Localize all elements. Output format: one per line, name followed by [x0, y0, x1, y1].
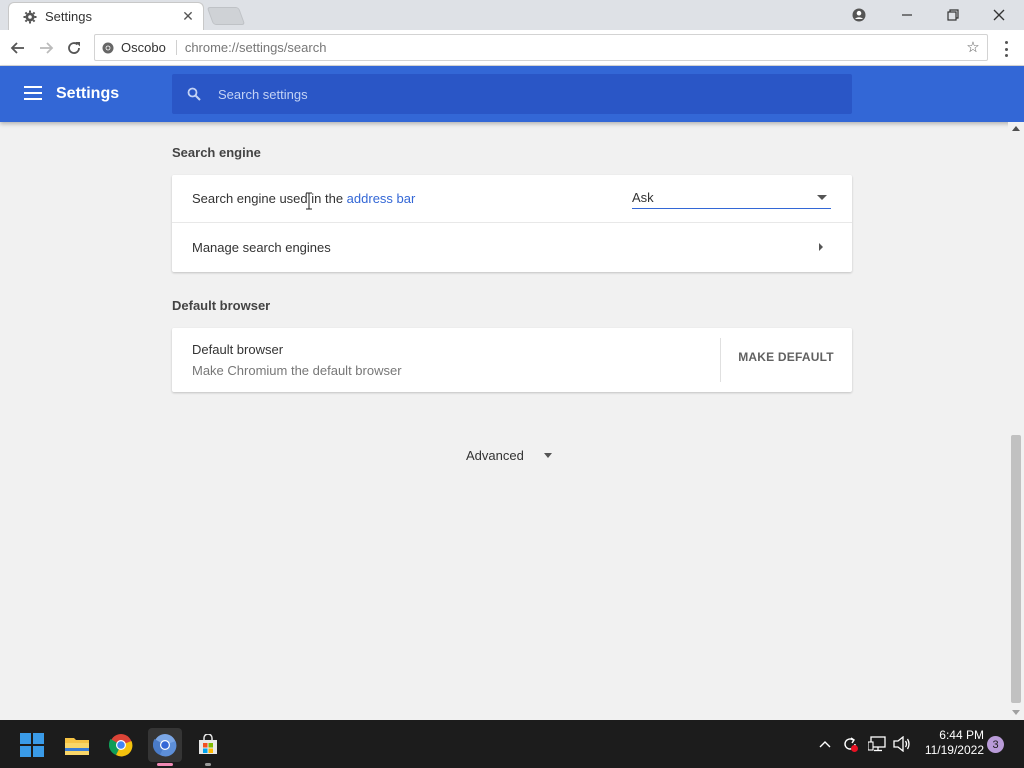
search-engine-card: Search engine used in the address bar As… — [172, 175, 852, 272]
network-icon[interactable] — [866, 732, 888, 756]
dropdown-caret-icon — [817, 195, 827, 200]
url-suffix: /search — [283, 40, 327, 55]
default-browser-title: Default browser — [192, 342, 284, 357]
sync-icon[interactable] — [840, 732, 860, 756]
search-engine-select[interactable]: Ask — [632, 187, 831, 209]
star-icon[interactable]: ☆ — [965, 40, 981, 56]
back-icon[interactable] — [6, 36, 30, 60]
search-engine-label-prefix: Search engine used in the — [192, 191, 347, 206]
clock-time: 6:44 PM — [939, 728, 984, 742]
taskbar: 6:44 PM 11/19/2022 — [0, 720, 1024, 768]
volume-icon[interactable] — [892, 732, 912, 756]
tray-chevron-icon[interactable] — [816, 732, 834, 756]
search-engine-row: Search engine used in the address bar As… — [172, 175, 852, 223]
new-tab-button[interactable] — [206, 7, 246, 25]
system-clock[interactable]: 6:44 PM 11/19/2022 — [918, 728, 984, 758]
vertical-scrollbar[interactable] — [1008, 122, 1024, 720]
page-title: Settings — [56, 85, 120, 102]
tab-title: Settings — [45, 9, 92, 24]
default-browser-subtitle: Make Chromium the default browser — [192, 363, 402, 378]
hamburger-icon[interactable] — [24, 86, 42, 100]
default-browser-text: Default browser Make Chromium the defaul… — [192, 342, 402, 378]
manage-search-engines-row[interactable]: Manage search engines — [172, 223, 852, 271]
active-indicator — [157, 763, 173, 766]
tab-settings[interactable]: Settings ✕ — [8, 2, 204, 30]
text-cursor-icon — [306, 192, 312, 210]
url-prefix: chrome:// — [184, 40, 239, 55]
chromium-icon[interactable] — [148, 728, 182, 766]
url-text[interactable]: chrome://settings/search — [177, 40, 327, 55]
close-icon[interactable]: ✕ — [181, 8, 195, 24]
clock-date: 11/19/2022 — [924, 743, 984, 757]
advanced-toggle[interactable]: Advanced — [466, 448, 552, 463]
scroll-up-icon[interactable] — [1012, 126, 1020, 131]
notification-badge[interactable]: 3 — [987, 736, 1004, 753]
chrome-icon[interactable] — [104, 728, 138, 762]
manage-search-engines-label: Manage search engines — [192, 239, 331, 255]
site-name: Oscobo — [121, 40, 177, 55]
selected-engine: Ask — [632, 190, 654, 205]
section-title-default-browser: Default browser — [172, 298, 271, 313]
dropdown-caret-icon — [543, 453, 552, 458]
settings-header: Settings — [0, 66, 1024, 122]
scroll-thumb[interactable] — [1011, 435, 1021, 703]
address-bar[interactable]: Oscobo chrome://settings/search ☆ — [94, 34, 988, 61]
tab-strip: Settings ✕ — [0, 0, 1024, 30]
make-default-button[interactable]: MAKE DEFAULT — [732, 350, 840, 364]
reload-icon[interactable] — [62, 36, 86, 60]
section-title-search-engine: Search engine — [172, 145, 261, 160]
search-settings-box[interactable] — [172, 74, 852, 114]
account-icon[interactable] — [836, 0, 882, 30]
store-icon[interactable] — [191, 728, 225, 766]
restore-icon[interactable] — [930, 0, 976, 30]
gear-icon — [23, 10, 37, 24]
search-input[interactable] — [218, 86, 818, 102]
search-engine-label: Search engine used in the address bar — [192, 191, 415, 206]
site-info-icon[interactable] — [101, 41, 115, 55]
file-explorer-icon[interactable] — [60, 728, 94, 762]
chevron-right-icon — [819, 243, 823, 251]
scroll-down-icon[interactable] — [1012, 710, 1020, 715]
windows-start-icon[interactable] — [15, 728, 49, 762]
address-bar-link[interactable]: address bar — [347, 191, 416, 206]
browser-toolbar: Oscobo chrome://settings/search ☆ — [0, 30, 1024, 66]
running-indicator — [205, 763, 211, 766]
menu-dots-icon[interactable] — [998, 39, 1014, 59]
close-window-icon[interactable] — [976, 0, 1022, 30]
advanced-label: Advanced — [466, 448, 524, 463]
search-icon — [186, 86, 202, 102]
forward-icon[interactable] — [34, 36, 58, 60]
url-strong: settings — [239, 40, 284, 55]
minimize-icon[interactable] — [884, 0, 930, 30]
default-browser-card: Default browser Make Chromium the defaul… — [172, 328, 852, 392]
vertical-divider — [720, 338, 721, 382]
